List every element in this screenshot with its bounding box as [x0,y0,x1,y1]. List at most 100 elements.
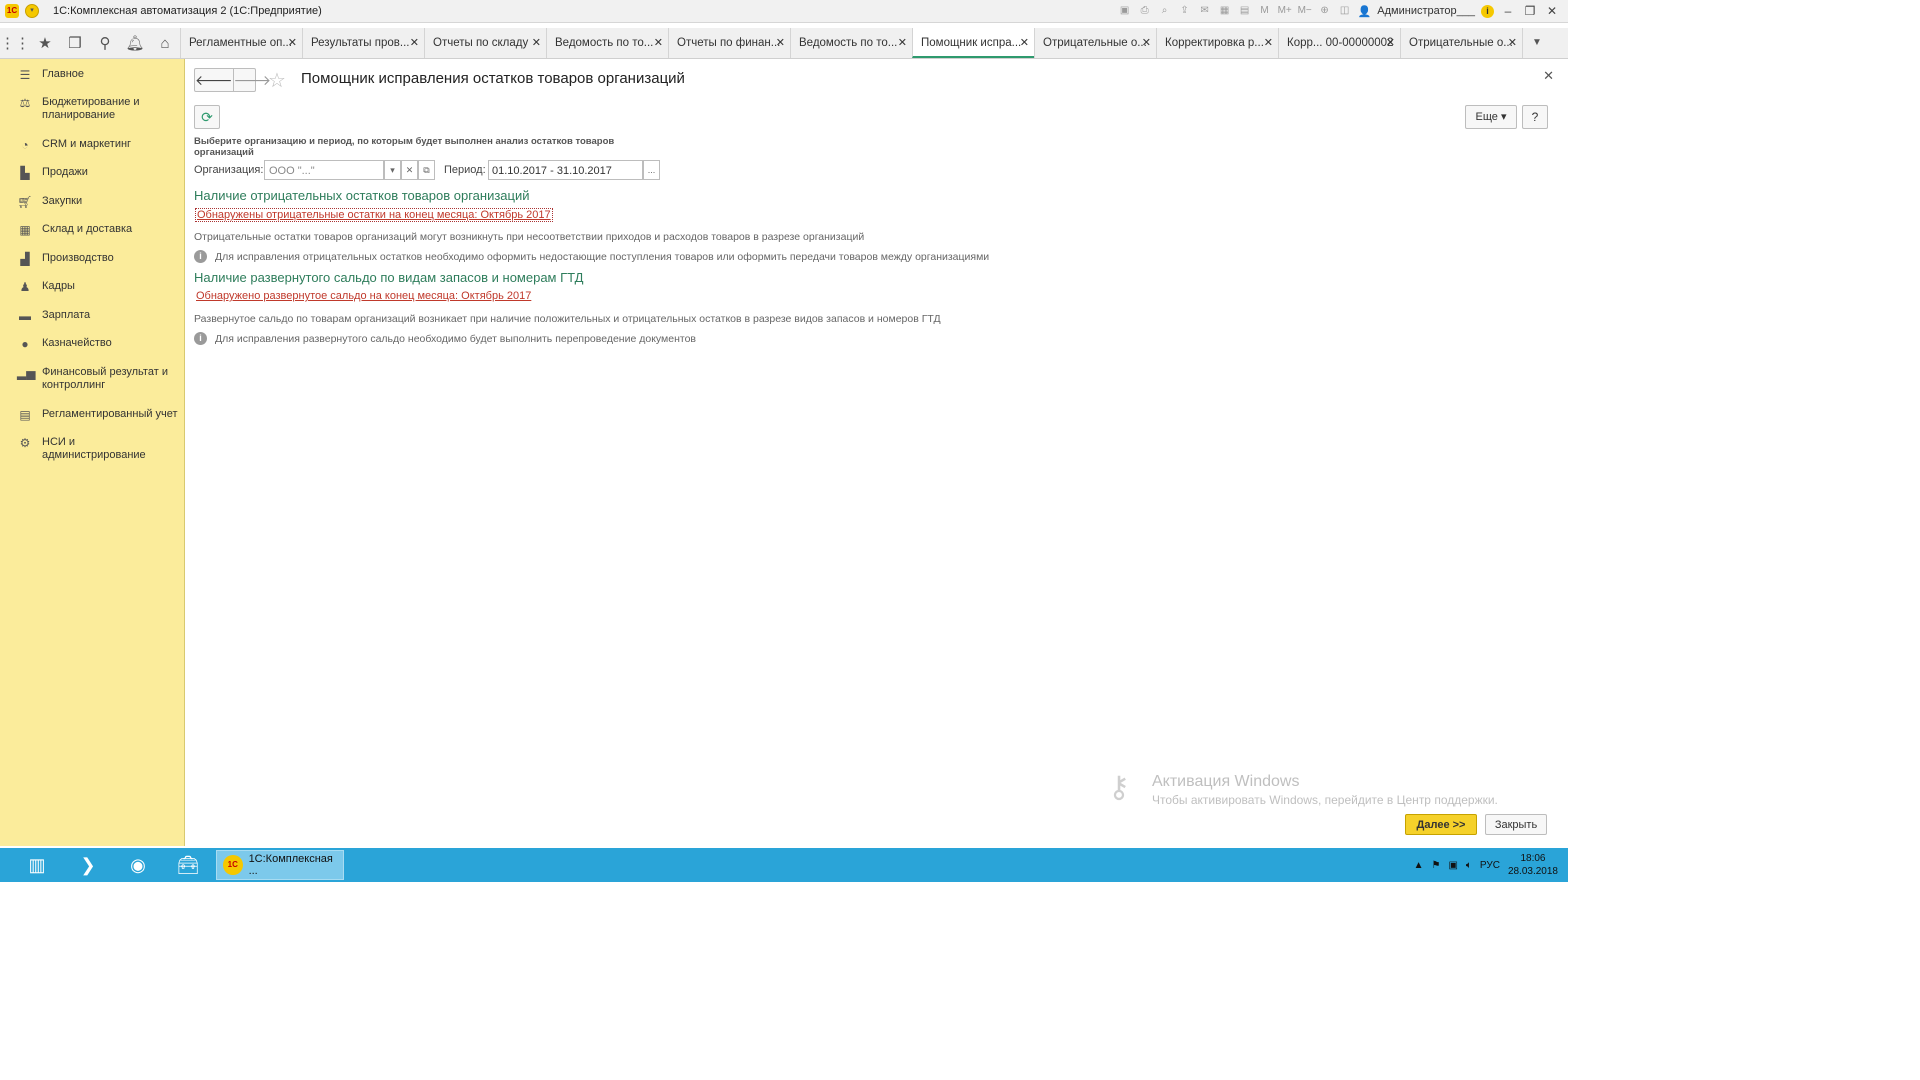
tab-close-icon[interactable]: ✕ [1020,28,1029,56]
tab-reglament[interactable]: Регламентные оп... ✕ [180,28,302,58]
tab-close-icon[interactable]: ✕ [1142,28,1151,58]
print-icon[interactable]: ⎙ [1138,5,1152,17]
history-nav: 🡐 🡒 [194,68,271,92]
close-window-icon[interactable]: ✕ [1544,4,1560,18]
close-button[interactable]: Закрыть [1485,814,1547,835]
forward-arrow-icon[interactable]: 🡒 [232,69,271,91]
help-button[interactable]: ? [1522,105,1548,129]
organization-clear-icon[interactable]: ✕ [401,160,418,180]
tab-results[interactable]: Результаты пров... ✕ [302,28,424,58]
toolbox-icon[interactable]: 🧰︎ [171,852,205,878]
clock[interactable]: 18:06 28.03.2018 [1508,852,1558,878]
tab-close-icon[interactable]: ✕ [1386,28,1395,58]
factory-icon: ▟ [20,252,30,266]
gear-icon: ⚙ [19,436,31,450]
expanded-saldo-link[interactable]: Обнаружено развернутое сальдо на конец м… [196,290,531,302]
mail-icon[interactable]: ✉ [1198,5,1212,17]
tab-close-icon[interactable]: ✕ [776,28,785,58]
section-saldo-title: Наличие развернутого сальдо по видам зап… [194,270,584,285]
history-icon[interactable]: ❒ [60,28,90,58]
sidebar-item-admin[interactable]: ⚙ НСИ и администрирование [0,436,184,462]
tray-expand-icon[interactable]: ▲ [1414,860,1424,871]
bell-icon[interactable]: 🔔︎ [120,28,150,58]
main-menu-icon[interactable]: ▾ [25,4,39,18]
memory-mminus-icon[interactable]: M− [1298,5,1312,17]
close-form-icon[interactable]: ✕ [1543,68,1554,84]
taskbar-1c-app[interactable]: 1С 1С:Комплексная ... [216,850,344,880]
powershell-icon[interactable]: ❯ [71,852,105,878]
flag-icon[interactable]: ⚑ [1431,860,1440,871]
period-field[interactable]: 01.10.2017 - 31.10.2017 [488,160,643,180]
layout-icon[interactable]: ◫ [1338,5,1352,17]
memory-m-icon[interactable]: M [1258,5,1272,17]
sidebar-item-warehouse[interactable]: ▦ Склад и доставка [0,223,184,237]
section-negative-description: Отрицательные остатки товаров организаци… [194,231,865,243]
sidebar-item-label: Главное [42,68,85,80]
more-button[interactable]: Еще ▾ [1465,105,1517,129]
restore-icon[interactable]: ❐ [1522,4,1538,18]
tab-close-icon[interactable]: ✕ [288,28,297,58]
tab-close-icon[interactable]: ✕ [410,28,419,58]
tabs-more-chevron-icon[interactable]: ▼ [1522,28,1551,58]
tab-correction-doc[interactable]: Корр... 00-00000002 ✕ [1278,28,1400,58]
tab-finance-reports[interactable]: Отчеты по финан... ✕ [668,28,790,58]
export-icon[interactable]: ⇪ [1178,5,1192,17]
tab-close-icon[interactable]: ✕ [898,28,907,58]
sidebar-item-purchases[interactable]: 🛒︎ Закупки [0,195,184,209]
tab-correction[interactable]: Корректировка р... ✕ [1156,28,1278,58]
organization-open-icon[interactable]: ⧉ [418,160,435,180]
apps-grid-icon[interactable]: ⋮⋮ [0,28,30,58]
sidebar-item-finance[interactable]: ▂▅ Финансовый результат и контроллинг [0,366,184,392]
sidebar-item-label: Казначейство [42,337,112,349]
tab-label: Корр... 00-00000002 [1287,37,1394,49]
title-bar: 1С ▾ 1С:Комплексная автоматизация 2 (1С:… [0,0,1568,23]
sidebar-item-budget[interactable]: ⚖ Бюджетирование и планирование [0,96,184,122]
app-logo[interactable]: 1С [5,4,19,18]
tab-negative-1[interactable]: Отрицательные о... ✕ [1034,28,1156,58]
tab-negative-2[interactable]: Отрицательные о... ✕ [1400,28,1522,58]
organization-field[interactable]: ООО "..." [264,160,384,180]
sidebar-item-crm[interactable]: ◔ CRM и маркетинг [0,138,184,152]
tab-assistant[interactable]: Помощник испра... ✕ [912,28,1034,58]
tab-statement-2[interactable]: Ведомость по то... ✕ [790,28,912,58]
sidebar-item-salary[interactable]: ▬ Зарплата [0,309,184,323]
volume-icon[interactable]: 🔈︎ [1466,860,1472,871]
chrome-icon[interactable]: ◉ [121,852,155,878]
tab-close-icon[interactable]: ✕ [532,28,541,58]
favorites-star-icon[interactable]: ★ [30,28,60,58]
info-icon[interactable]: i [1481,4,1494,18]
tab-close-icon[interactable]: ✕ [654,28,663,58]
tab-close-icon[interactable]: ✕ [1264,28,1273,58]
sidebar-item-production[interactable]: ▟ Производство [0,252,184,266]
sidebar-item-hr[interactable]: ♟ Кадры [0,280,184,294]
home-icon[interactable]: ⌂ [150,28,180,58]
sidebar-item-regulated[interactable]: ▤ Регламентированный учет [0,408,184,422]
search-icon[interactable]: ⚲ [90,28,120,58]
language-indicator[interactable]: РУС [1480,860,1500,871]
sidebar-item-sales[interactable]: ▙ Продажи [0,166,184,180]
instruction-text: Выберите организацию и период, по которы… [194,136,615,158]
favorite-star-icon[interactable]: ☆ [268,68,286,93]
period-select-button[interactable]: ... [643,160,660,180]
bar-chart-icon: ▂▅ [17,366,36,380]
server-manager-icon[interactable]: ▥ [20,852,54,878]
sidebar-item-main[interactable]: ☰ Главное [0,68,184,82]
organization-dropdown-icon[interactable]: ▾ [384,160,401,180]
sidebar-item-treasury[interactable]: ● Казначейство [0,337,184,351]
tab-warehouse-reports[interactable]: Отчеты по складу ✕ [424,28,546,58]
calendar-icon[interactable]: ▤ [1238,5,1252,17]
tab-close-icon[interactable]: ✕ [1508,28,1517,58]
network-icon[interactable]: ▣ [1448,860,1457,871]
back-arrow-icon[interactable]: 🡐 [195,69,233,91]
negative-balances-link[interactable]: Обнаружены отрицательные остатки на коне… [195,208,553,222]
zoom-icon[interactable]: ⊕ [1318,5,1332,17]
preview-icon[interactable]: ⌕ [1158,5,1172,17]
refresh-button[interactable]: ⟳ [194,105,220,129]
next-button[interactable]: Далее >> [1405,814,1477,835]
save-icon[interactable]: ▣ [1118,5,1132,17]
tab-statement-1[interactable]: Ведомость по то... ✕ [546,28,668,58]
table-icon[interactable]: ▦ [1218,5,1232,17]
minimize-icon[interactable]: – [1500,4,1516,18]
memory-mplus-icon[interactable]: M+ [1278,5,1292,17]
user-name[interactable]: Администратор___ [1377,5,1475,17]
